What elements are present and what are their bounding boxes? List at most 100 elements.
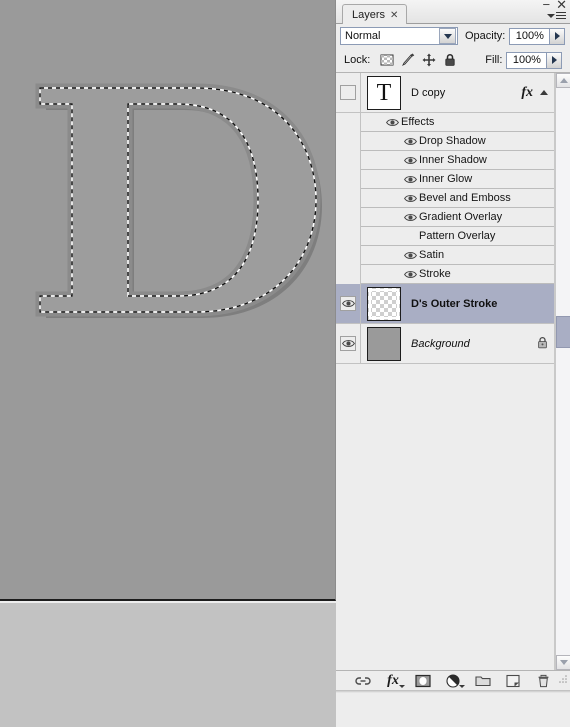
eye-on-icon[interactable] — [401, 270, 419, 279]
chevron-up-icon[interactable] — [540, 90, 548, 95]
effect-row[interactable]: Inner Shadow — [336, 151, 554, 170]
effect-eye-column — [336, 151, 361, 170]
window-controls: − ✕ — [543, 0, 568, 11]
effects-group-row[interactable]: Effects — [336, 113, 554, 132]
layer-row-ds-outer-stroke[interactable]: D's Outer Stroke — [336, 284, 554, 324]
layer-name[interactable]: D copy — [411, 87, 521, 99]
chevron-down-icon — [547, 13, 555, 18]
opacity-slider-button[interactable] — [549, 27, 566, 45]
eye-on-icon — [340, 336, 356, 351]
effect-eye-column — [336, 170, 361, 189]
effect-eye-column — [336, 132, 361, 151]
link-icon[interactable] — [355, 673, 371, 689]
lock-icon — [537, 336, 548, 352]
eye-on-icon[interactable] — [401, 194, 419, 203]
effect-label: Satin — [419, 249, 445, 261]
half-circle-icon[interactable] — [445, 673, 465, 689]
chevron-down-icon — [399, 684, 405, 688]
fill-slider-button[interactable] — [546, 51, 563, 69]
minimize-button[interactable]: − — [543, 0, 551, 11]
effect-eye-column — [336, 189, 361, 208]
eye-on-icon — [340, 296, 356, 311]
eye-on-icon[interactable] — [383, 118, 401, 127]
layer-thumbnail[interactable] — [367, 326, 401, 361]
hamburger-icon — [556, 12, 566, 19]
close-icon[interactable]: ✕ — [556, 0, 567, 11]
effect-label: Stroke — [419, 268, 451, 280]
panel-titlebar: − ✕ Layers ✕ — [336, 0, 570, 24]
effect-row[interactable]: Inner Glow — [336, 170, 554, 189]
eye-off-icon — [340, 85, 356, 100]
layers-scrollbar[interactable] — [555, 73, 570, 670]
layers-panel: − ✕ Layers ✕ Normal Opacity: 100% Lock: … — [336, 0, 570, 693]
mask-icon[interactable] — [415, 673, 431, 689]
scroll-up-icon[interactable] — [556, 73, 570, 88]
eye-on-icon[interactable] — [401, 251, 419, 260]
panel-bottom-shadow — [336, 690, 570, 693]
tab-close-icon[interactable]: ✕ — [390, 10, 398, 21]
effect-row[interactable]: Stroke — [336, 265, 554, 284]
effects-visibility-spacer — [336, 113, 361, 132]
lock-image-icon[interactable] — [401, 53, 415, 67]
eye-on-icon[interactable] — [401, 156, 419, 165]
trash-icon[interactable] — [535, 673, 551, 689]
resize-grip[interactable] — [558, 674, 568, 684]
effect-row[interactable]: Pattern Overlay — [336, 227, 554, 246]
layer-name[interactable]: Background — [411, 338, 537, 350]
layer-visibility-toggle[interactable] — [336, 324, 361, 363]
workspace-below-canvas — [0, 603, 336, 727]
effect-row[interactable]: Drop Shadow — [336, 132, 554, 151]
effect-label: Gradient Overlay — [419, 211, 503, 223]
opacity-field-group[interactable]: 100% — [509, 27, 566, 45]
lock-row: Lock: Fill: 100% — [336, 48, 570, 73]
layer-thumbnail[interactable]: T — [367, 75, 401, 110]
effects-list: Drop Shadow Inner Shadow Inner Glow Bevel a… — [336, 132, 554, 284]
fill-input[interactable]: 100% — [506, 51, 547, 69]
scroll-down-icon[interactable] — [556, 655, 570, 670]
layer-visibility-toggle[interactable] — [336, 284, 361, 323]
eye-on-icon[interactable] — [401, 213, 419, 222]
new-layer-icon[interactable] — [505, 673, 521, 689]
panel-menu-icon[interactable] — [547, 12, 566, 19]
opacity-label: Opacity: — [465, 30, 506, 42]
effect-eye-column — [336, 246, 361, 265]
folder-icon[interactable] — [475, 673, 491, 689]
layers-list[interactable]: T D copy fx Effects Drop Shadow Inner Sh… — [336, 73, 555, 670]
effect-row[interactable]: Bevel and Emboss — [336, 189, 554, 208]
effect-label: Pattern Overlay — [419, 230, 496, 242]
blend-opacity-row: Normal Opacity: 100% — [336, 24, 570, 48]
chevron-down-icon — [459, 684, 465, 688]
layer-thumbnail[interactable] — [367, 286, 401, 321]
opacity-input[interactable]: 100% — [509, 27, 550, 45]
document-canvas[interactable] — [0, 0, 336, 601]
fill-field-group[interactable]: 100% — [506, 51, 563, 69]
effect-row[interactable]: Gradient Overlay — [336, 208, 554, 227]
eye-on-icon[interactable] — [401, 137, 419, 146]
fx-icon[interactable]: fx — [521, 85, 533, 101]
tab-layers[interactable]: Layers ✕ — [342, 4, 408, 24]
effect-row[interactable]: Satin — [336, 246, 554, 265]
effect-label: Inner Glow — [419, 173, 473, 185]
layers-list-empty-area[interactable] — [336, 364, 554, 670]
fill-label: Fill: — [485, 54, 503, 66]
effects-group-label: Effects — [401, 116, 435, 128]
fx-icon[interactable]: fx — [385, 673, 405, 689]
blend-mode-select[interactable]: Normal — [340, 27, 458, 45]
layer-row-d-copy[interactable]: T D copy fx — [336, 73, 554, 113]
effect-label: Bevel and Emboss — [419, 192, 511, 204]
tab-layers-label: Layers — [352, 9, 386, 21]
effect-label: Drop Shadow — [419, 135, 486, 147]
layers-panel-toolbar: fx — [336, 670, 570, 690]
lock-transparency-icon[interactable] — [380, 53, 394, 67]
lock-position-icon[interactable] — [422, 53, 436, 67]
lock-all-icon[interactable] — [443, 53, 457, 67]
layer-visibility-toggle[interactable] — [336, 73, 361, 112]
chevron-down-icon[interactable] — [439, 28, 456, 44]
canvas-artwork — [0, 60, 335, 410]
layer-name[interactable]: D's Outer Stroke — [411, 298, 554, 310]
layer-row-background[interactable]: Background — [336, 324, 554, 364]
solid-color-thumb — [368, 327, 400, 360]
text-layer-icon: T — [376, 79, 392, 106]
scrollbar-thumb[interactable] — [556, 316, 570, 348]
eye-on-icon[interactable] — [401, 175, 419, 184]
